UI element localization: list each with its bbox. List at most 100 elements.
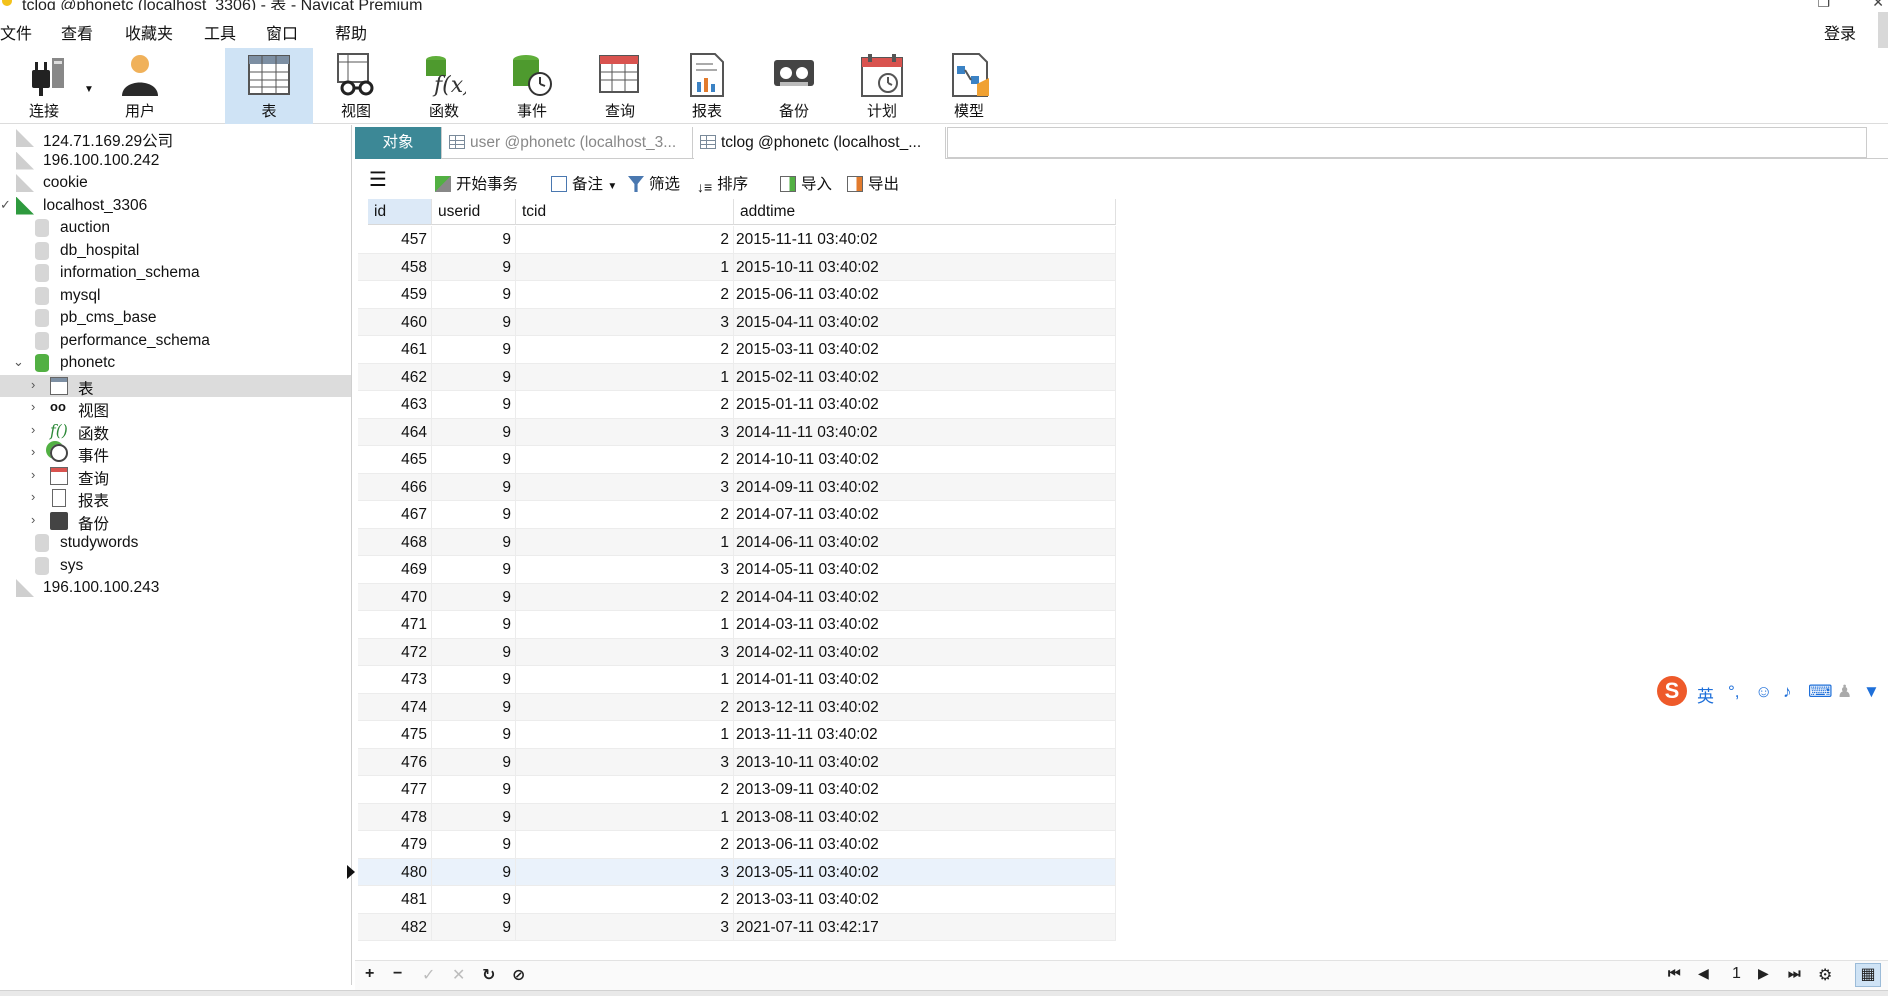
cell-tcid[interactable]: 1 (516, 721, 734, 748)
sort-button[interactable]: ↓≡ 排序 (697, 172, 748, 195)
report-button[interactable]: 报表 (663, 48, 751, 124)
cell-userid[interactable]: 9 (432, 831, 516, 858)
table-row[interactable]: 461 9 2 2015-03-11 03:40:02 (358, 336, 1116, 364)
table-row[interactable]: 469 9 3 2014-05-11 03:40:02 (358, 556, 1116, 584)
cell-id[interactable]: 458 (368, 253, 432, 281)
begin-transaction-button[interactable]: 开始事务 (435, 172, 518, 194)
cell-userid[interactable]: 9 (432, 748, 516, 776)
table-row[interactable]: 464 9 3 2014-11-11 03:40:02 (358, 418, 1116, 446)
chevron-right-icon[interactable]: › (31, 377, 35, 392)
cell-id[interactable]: 467 (368, 501, 432, 528)
tree-connection-243[interactable]: 196.100.100.243 (0, 577, 351, 599)
chevron-right-icon[interactable]: › (31, 399, 35, 414)
cell-addtime[interactable]: 2015-03-11 03:40:02 (734, 336, 1116, 363)
cell-id[interactable]: 460 (368, 308, 432, 336)
chevron-down-icon[interactable]: ⌄ (13, 354, 24, 370)
table-row[interactable]: 477 9 2 2013-09-11 03:40:02 (358, 776, 1116, 804)
tree-node-backups[interactable]: › 备份 (0, 510, 351, 533)
cell-userid[interactable]: 9 (432, 391, 516, 418)
cell-addtime[interactable]: 2013-10-11 03:40:02 (734, 748, 1116, 776)
cell-addtime[interactable]: 2015-11-11 03:40:02 (734, 226, 1116, 253)
query-button[interactable]: 查询 (576, 48, 664, 124)
cell-addtime[interactable]: 2015-06-11 03:40:02 (734, 281, 1116, 308)
punctuation-icon[interactable]: °, (1728, 682, 1740, 702)
cell-tcid[interactable]: 1 (516, 611, 734, 638)
refresh-icon[interactable]: ↻ (482, 965, 495, 985)
cell-id[interactable]: 480 (368, 858, 432, 886)
cell-id[interactable]: 470 (368, 583, 432, 611)
cell-addtime[interactable]: 2013-12-11 03:40:02 (734, 693, 1116, 721)
table-row[interactable]: 468 9 1 2014-06-11 03:40:02 (358, 528, 1116, 556)
tree-node-views[interactable]: › oo 视图 (0, 397, 351, 420)
chevron-right-icon[interactable]: › (31, 444, 35, 459)
ime-language-toggle[interactable]: 英 (1697, 682, 1714, 707)
table-row[interactable]: 462 9 1 2015-02-11 03:40:02 (358, 363, 1116, 391)
tree-node-reports[interactable]: › 报表 (0, 487, 351, 510)
cell-addtime[interactable]: 2014-02-11 03:40:02 (734, 638, 1116, 666)
cell-tcid[interactable]: 3 (516, 913, 734, 941)
table-row[interactable]: 480 9 3 2013-05-11 03:40:02 (347, 858, 1116, 886)
settings-gear-icon[interactable]: ⚙ (1818, 965, 1832, 985)
model-button[interactable]: 模型 (925, 48, 1013, 124)
cell-addtime[interactable]: 2015-04-11 03:40:02 (734, 308, 1116, 336)
tree-node-tables[interactable]: › 表 (0, 374, 351, 398)
tree-connection-124[interactable]: 124.71.169.29公司 (0, 127, 351, 150)
cell-tcid[interactable]: 2 (516, 886, 734, 913)
cell-userid[interactable]: 9 (432, 473, 516, 501)
chevron-down-icon[interactable]: ✓ (0, 197, 11, 213)
next-page-icon[interactable]: ▶ (1758, 965, 1769, 982)
cell-addtime[interactable]: 2014-07-11 03:40:02 (734, 501, 1116, 528)
column-header-tcid[interactable]: tcid (516, 199, 734, 225)
cell-userid[interactable]: 9 (432, 446, 516, 473)
menu-view[interactable]: 查看 (61, 20, 93, 44)
user-skin-icon[interactable]: ♟ (1837, 682, 1852, 702)
tab-tclog-table[interactable]: tclog @phonetc (localhost_... (694, 127, 946, 159)
cell-userid[interactable]: 9 (432, 693, 516, 721)
table-row[interactable]: 471 9 1 2014-03-11 03:40:02 (358, 611, 1116, 639)
cell-userid[interactable]: 9 (432, 556, 516, 583)
cell-id[interactable]: 475 (368, 721, 432, 748)
cell-userid[interactable]: 9 (432, 666, 516, 693)
cell-tcid[interactable]: 2 (516, 831, 734, 858)
chevron-down-icon[interactable]: ▼ (607, 181, 617, 192)
sogou-logo-icon[interactable]: S (1657, 676, 1687, 706)
table-row[interactable]: 479 9 2 2013-06-11 03:40:02 (358, 831, 1116, 859)
cell-tcid[interactable]: 1 (516, 803, 734, 831)
cell-addtime[interactable]: 2014-01-11 03:40:02 (734, 666, 1116, 693)
page-number[interactable]: 1 (1732, 965, 1741, 983)
cell-tcid[interactable]: 3 (516, 473, 734, 501)
column-header-addtime[interactable]: addtime (734, 199, 1116, 225)
cell-addtime[interactable]: 2013-11-11 03:40:02 (734, 721, 1116, 748)
cell-addtime[interactable]: 2013-08-11 03:40:02 (734, 803, 1116, 831)
cell-userid[interactable]: 9 (432, 913, 516, 941)
apply-changes-button[interactable]: ✓ (422, 965, 435, 985)
table-row[interactable]: 474 9 2 2013-12-11 03:40:02 (358, 693, 1116, 721)
export-button[interactable]: 导出 (847, 172, 899, 194)
cell-userid[interactable]: 9 (432, 776, 516, 803)
cell-tcid[interactable]: 2 (516, 281, 734, 308)
close-icon[interactable]: ✕ (1872, 0, 1884, 10)
cell-id[interactable]: 482 (368, 913, 432, 941)
cell-addtime[interactable]: 2014-10-11 03:40:02 (734, 446, 1116, 473)
chevron-right-icon[interactable]: › (31, 422, 35, 437)
cell-addtime[interactable]: 2015-02-11 03:40:02 (734, 363, 1116, 391)
previous-page-icon[interactable]: ◀ (1698, 965, 1709, 982)
tree-db-sys[interactable]: sys (0, 555, 351, 577)
tree-node-queries[interactable]: › 查询 (0, 465, 351, 488)
cell-userid[interactable]: 9 (432, 611, 516, 638)
table-row[interactable]: 472 9 3 2014-02-11 03:40:02 (358, 638, 1116, 666)
table-row[interactable]: 476 9 3 2013-10-11 03:40:02 (358, 748, 1116, 776)
note-button[interactable]: 备注 ▼ (551, 172, 617, 194)
tree-db-mysql[interactable]: mysql (0, 285, 351, 307)
shirt-icon[interactable]: ▼ (1863, 682, 1880, 702)
cell-userid[interactable]: 9 (432, 336, 516, 363)
table-row[interactable]: 465 9 2 2014-10-11 03:40:02 (358, 446, 1116, 474)
keyboard-icon[interactable]: ⌨ (1808, 682, 1833, 702)
tree-db-studywords[interactable]: studywords (0, 532, 351, 554)
cell-tcid[interactable]: 1 (516, 528, 734, 556)
cell-tcid[interactable]: 1 (516, 363, 734, 391)
connect-button[interactable]: ▼ 连接 (0, 48, 94, 124)
tree-db-hospital[interactable]: db_hospital (0, 240, 351, 262)
window-scrollbar[interactable] (1878, 12, 1888, 48)
column-header-id[interactable]: id (368, 199, 432, 225)
